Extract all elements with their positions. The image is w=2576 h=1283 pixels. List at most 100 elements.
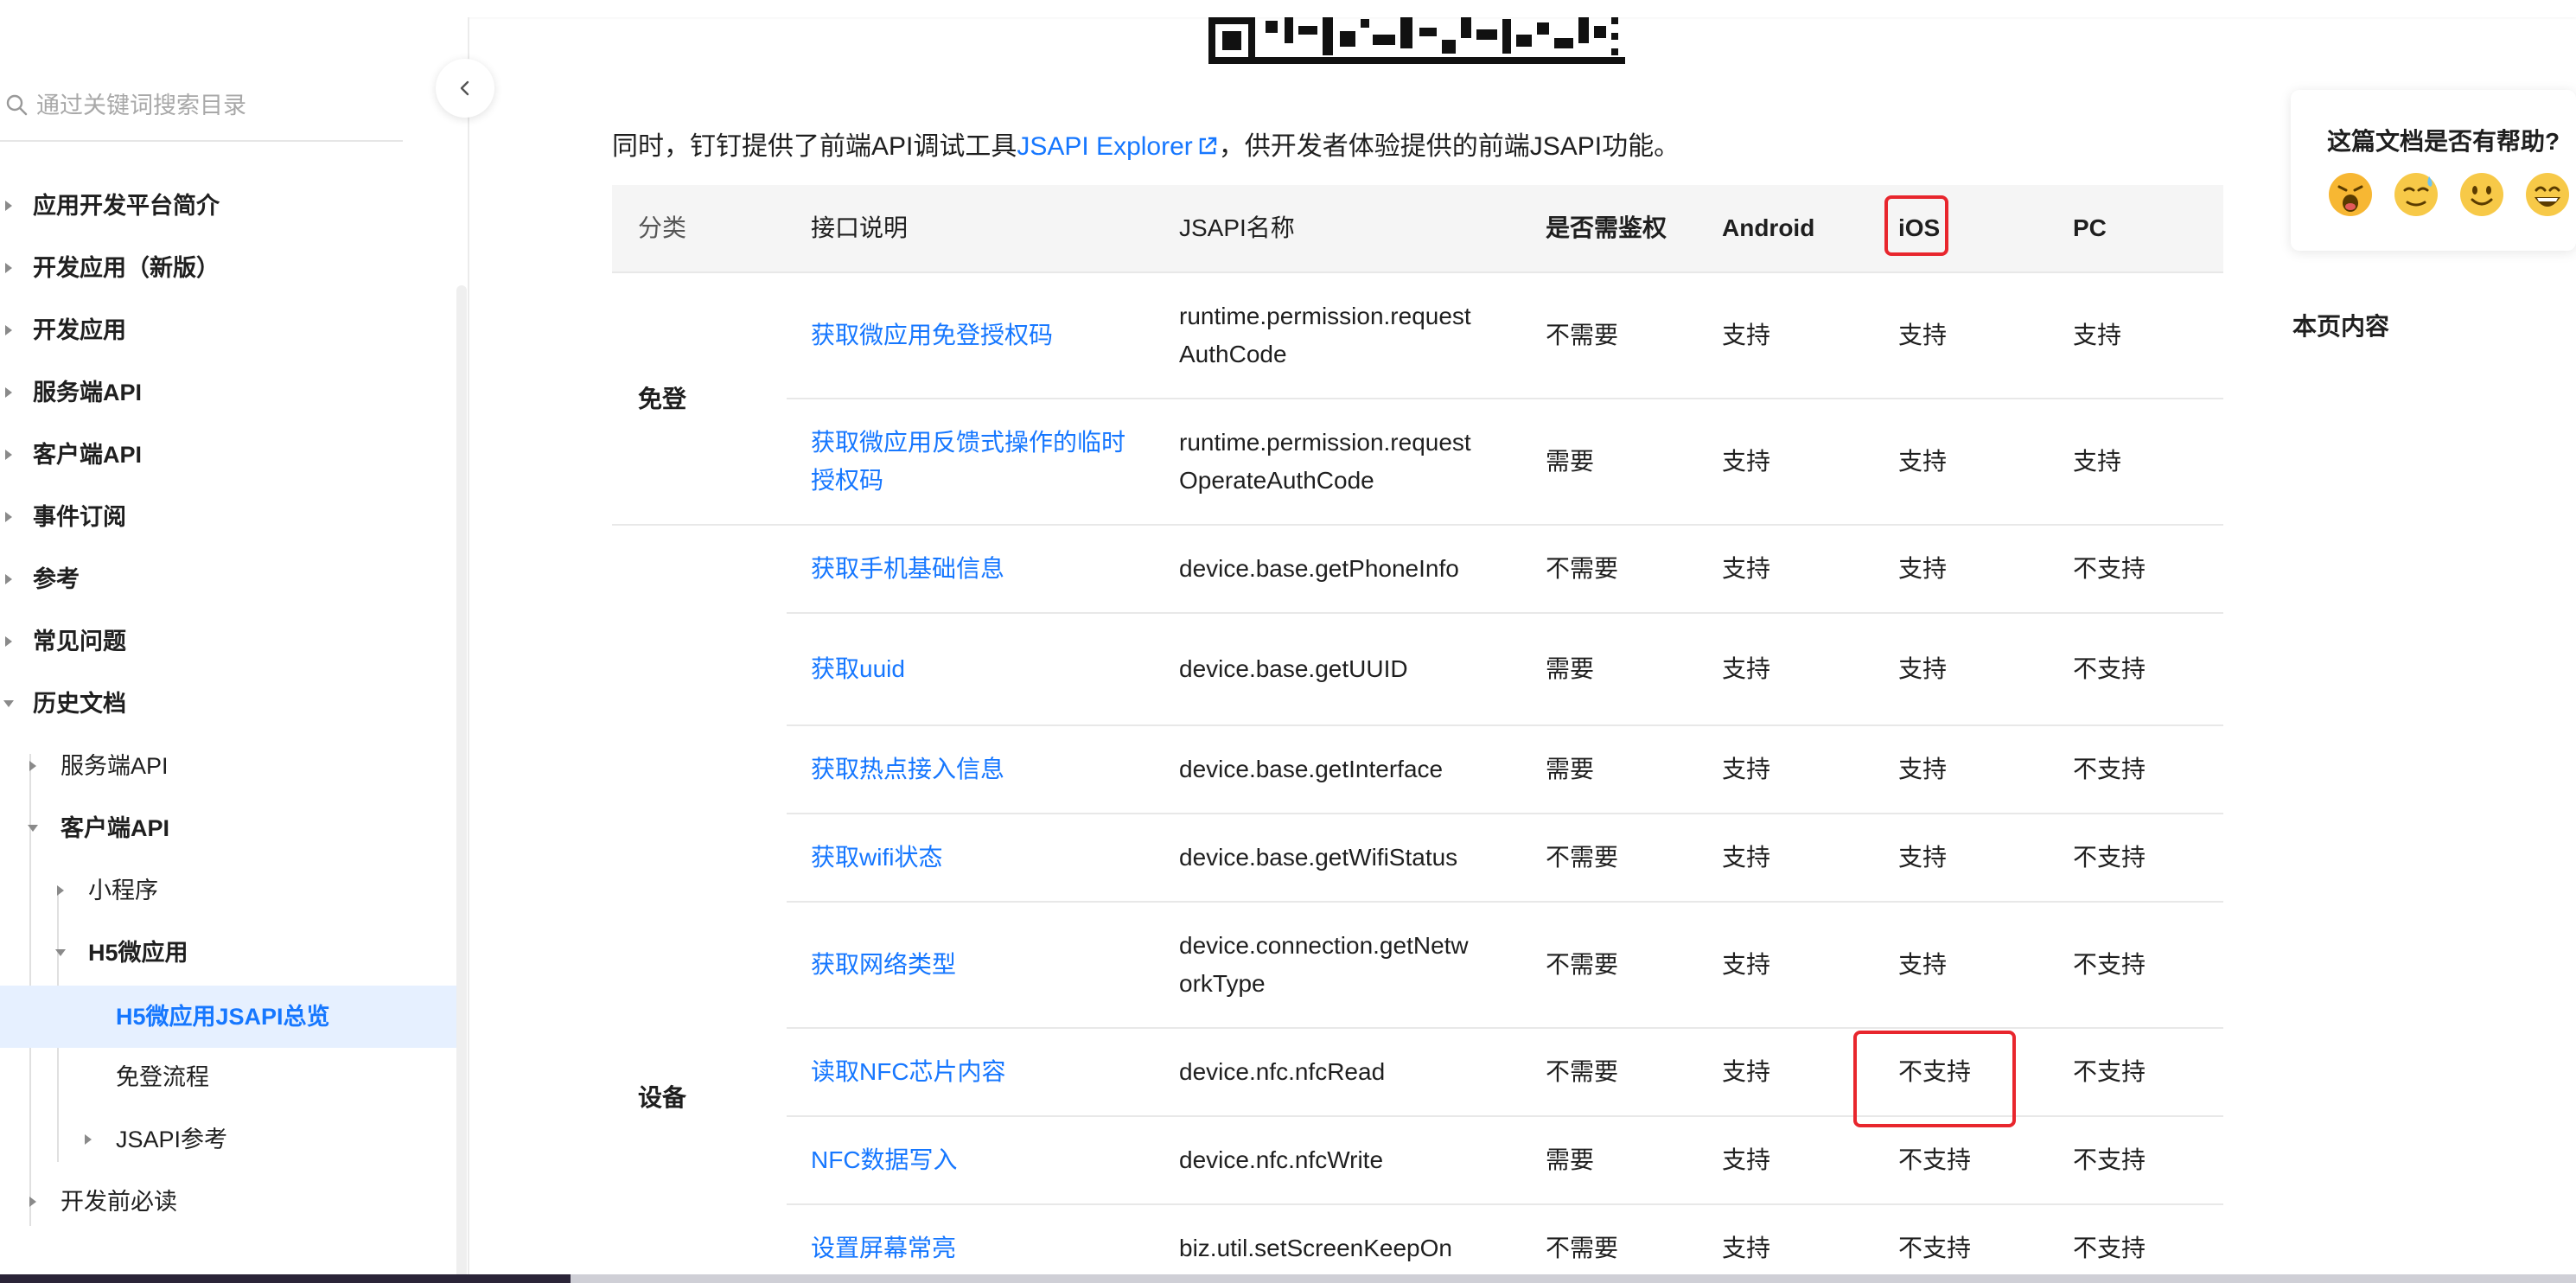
sidebar-scrollbar[interactable] (456, 285, 467, 1280)
ios-cell: 支持 (1898, 555, 1948, 582)
pc-cell: 不支持 (2073, 1058, 2146, 1085)
col-header-description: 接口说明 (811, 214, 909, 241)
api-link-request-auth-code[interactable]: 获取微应用免登授权码 (811, 316, 1053, 354)
android-cell: 支持 (1722, 448, 1771, 475)
chevron-right-icon (81, 1108, 95, 1171)
jsapi-name: runtime.permission.request (1179, 303, 1471, 329)
jsapi-explorer-link[interactable]: JSAPI Explorer (1017, 132, 1218, 161)
auth-cell: 需要 (1546, 655, 1595, 682)
col-header-pc: PC (2073, 214, 2107, 241)
auth-cell: 不需要 (1546, 1235, 1619, 1261)
collapse-sidebar-button[interactable] (436, 59, 494, 118)
group-label-login: 免登 (638, 386, 687, 412)
ios-cell: 支持 (1898, 655, 1948, 682)
api-link-get-network-type[interactable]: 获取网络类型 (811, 946, 956, 984)
group-label-device: 设备 (638, 1084, 687, 1111)
sidebar-item-server-api[interactable]: 服务端API (0, 361, 456, 424)
sidebar-item-h5-micro-app[interactable]: H5微应用 (0, 922, 456, 984)
chevron-down-icon (26, 797, 40, 859)
row-divider (787, 612, 2223, 614)
sidebar-item-reference[interactable]: 参考 (0, 548, 456, 610)
chevron-down-icon (54, 922, 67, 984)
api-link-get-phone-info[interactable]: 获取手机基础信息 (811, 550, 1004, 588)
group-divider (612, 524, 2223, 526)
chevron-right-icon (2, 548, 16, 610)
sidebar-item-history-client-api[interactable]: 客户端API (0, 797, 456, 859)
feedback-card (2291, 90, 2576, 251)
qr-code-image (1208, 17, 1625, 64)
sidebar-item-dev-app[interactable]: 开发应用 (0, 299, 456, 361)
intro-text-after: ，供开发者体验提供的前端JSAPI功能。 (1218, 132, 1680, 161)
sidebar-item-dev-app-new[interactable]: 开发应用（新版） (0, 237, 456, 299)
chevron-right-icon (26, 1171, 40, 1233)
sidebar-item-h5-jsapi-overview[interactable]: H5微应用JSAPI总览 (0, 986, 456, 1048)
grin-face-icon[interactable] (2524, 171, 2571, 218)
sidebar-item-history-server-api[interactable]: 服务端API (0, 735, 456, 797)
sidebar-item-login-flow[interactable]: 免登流程 (0, 1046, 456, 1108)
android-cell: 支持 (1722, 555, 1771, 582)
chevron-right-icon (2, 424, 16, 486)
pc-cell: 不支持 (2073, 951, 2146, 978)
sweat-face-icon[interactable] (2393, 171, 2439, 218)
nfc-ios-highlight (1853, 1031, 2016, 1127)
feedback-title: 这篇文档是否有帮助? (2327, 128, 2560, 155)
sidebar-item-event-subscription[interactable]: 事件订阅 (0, 486, 456, 548)
sidebar-item-platform-intro[interactable]: 应用开发平台简介 (0, 175, 456, 237)
api-link-get-uuid[interactable]: 获取uuid (811, 650, 905, 688)
sidebar-item-mini-program[interactable]: 小程序 (0, 859, 456, 922)
android-cell: 支持 (1722, 844, 1771, 871)
toc-title: 本页内容 (2292, 313, 2390, 340)
api-link-get-wifi-status[interactable]: 获取wifi状态 (811, 839, 942, 877)
chevron-right-icon (2, 299, 16, 361)
row-divider (787, 1027, 2223, 1029)
chevron-right-icon (26, 735, 40, 797)
sidebar-item-before-dev[interactable]: 开发前必读 (0, 1171, 456, 1233)
ios-cell: 不支持 (1898, 1146, 1972, 1173)
api-link-nfc-write[interactable]: NFC数据写入 (811, 1141, 958, 1179)
auth-cell: 需要 (1546, 756, 1595, 782)
ios-cell: 支持 (1898, 844, 1948, 871)
col-header-category: 分类 (638, 214, 687, 241)
android-cell: 支持 (1722, 322, 1771, 348)
sidebar-item-client-api[interactable]: 客户端API (0, 424, 456, 486)
chevron-right-icon (2, 486, 16, 548)
sidebar-item-jsapi-reference[interactable]: JSAPI参考 (0, 1108, 456, 1171)
api-link-operate-auth-code-cont[interactable]: 授权码 (811, 462, 883, 500)
api-link-operate-auth-code[interactable]: 获取微应用反馈式操作的临时 (811, 424, 1125, 462)
row-divider (787, 398, 2223, 399)
jsapi-name: device.nfc.nfcWrite (1179, 1146, 1384, 1173)
api-link-get-interface[interactable]: 获取热点接入信息 (811, 750, 1004, 788)
row-divider (787, 1203, 2223, 1205)
android-cell: 支持 (1722, 1235, 1771, 1261)
sidebar-item-history-docs[interactable]: 历史文档 (0, 673, 456, 735)
search-placeholder: 通过关键词搜索目录 (36, 93, 246, 118)
jsapi-name: device.connection.getNetw (1179, 932, 1469, 959)
api-link-set-screen-keep-on[interactable]: 设置屏幕常亮 (811, 1229, 956, 1267)
android-cell: 支持 (1722, 1058, 1771, 1085)
chevron-down-icon (2, 673, 16, 735)
android-cell: 支持 (1722, 951, 1771, 978)
jsapi-explorer-link-label: JSAPI Explorer (1017, 132, 1193, 161)
jsapi-name-cont: AuthCode (1179, 341, 1287, 367)
auth-cell: 不需要 (1546, 951, 1619, 978)
chevron-right-icon (2, 237, 16, 299)
sidebar-item-faq[interactable]: 常见问题 (0, 610, 456, 673)
jsapi-name: device.base.getPhoneInfo (1179, 555, 1459, 582)
row-divider (787, 724, 2223, 726)
chevron-left-icon (460, 80, 469, 96)
sidebar-divider (468, 17, 469, 1283)
ios-cell: 支持 (1898, 322, 1948, 348)
pc-cell: 不支持 (2073, 844, 2146, 871)
auth-cell: 需要 (1546, 448, 1595, 475)
col-header-auth: 是否需鉴权 (1546, 214, 1667, 241)
ios-cell: 支持 (1898, 756, 1948, 782)
android-cell: 支持 (1722, 655, 1771, 682)
intro-text-before: 同时，钉钉提供了前端API调试工具 (612, 132, 1017, 161)
api-link-nfc-read[interactable]: 读取NFC芯片内容 (811, 1053, 1006, 1091)
android-cell: 支持 (1722, 1146, 1771, 1173)
smile-face-icon[interactable] (2458, 171, 2505, 218)
angry-face-icon[interactable] (2327, 171, 2374, 218)
jsapi-name: biz.util.setScreenKeepOn (1179, 1235, 1452, 1261)
chevron-right-icon (2, 175, 16, 237)
ios-cell: 支持 (1898, 448, 1948, 475)
